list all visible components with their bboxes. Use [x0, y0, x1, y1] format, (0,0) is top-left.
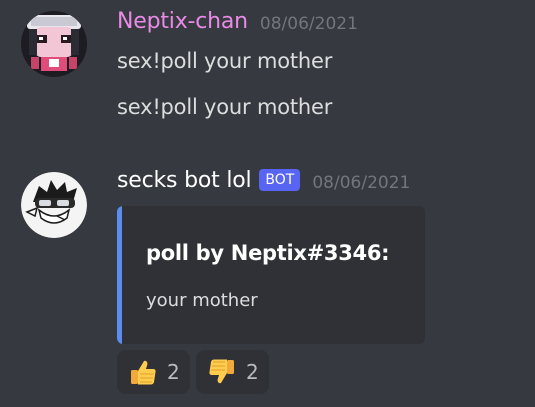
username[interactable]: secks bot lol [117, 168, 252, 193]
timestamp[interactable]: 08/06/2021 [312, 173, 410, 193]
avatar[interactable] [21, 172, 87, 238]
thumbs-down-icon [209, 359, 234, 384]
reaction-count: 2 [246, 360, 259, 384]
avatar[interactable] [21, 11, 87, 77]
reaction-count: 2 [167, 360, 180, 384]
reaction-thumbs-down[interactable]: 2 [196, 350, 269, 394]
poll-embed: poll by Neptix#3346: your mother [117, 206, 425, 344]
message-text: sex!poll your mother [117, 95, 333, 119]
anime-character-avatar-icon [21, 11, 87, 77]
message-text: sex!poll your mother [117, 49, 333, 73]
bot-badge: BOT [259, 168, 301, 191]
embed-description: your mother [146, 290, 258, 311]
timestamp[interactable]: 08/06/2021 [260, 14, 358, 34]
chat-messages: Neptix-chan 08/06/2021 sex!poll your mot… [0, 0, 535, 407]
username[interactable]: Neptix-chan [117, 9, 248, 34]
goggles-character-avatar-icon [21, 172, 87, 238]
embed-accent-bar [117, 206, 122, 344]
reaction-thumbs-up[interactable]: 2 [117, 350, 190, 394]
message-header: Neptix-chan 08/06/2021 [117, 9, 358, 34]
reactions: 2 2 [117, 350, 269, 394]
embed-title: poll by Neptix#3346: [146, 241, 390, 265]
message-header: secks bot lol BOT 08/06/2021 [117, 168, 410, 193]
thumbs-up-icon [131, 360, 156, 385]
